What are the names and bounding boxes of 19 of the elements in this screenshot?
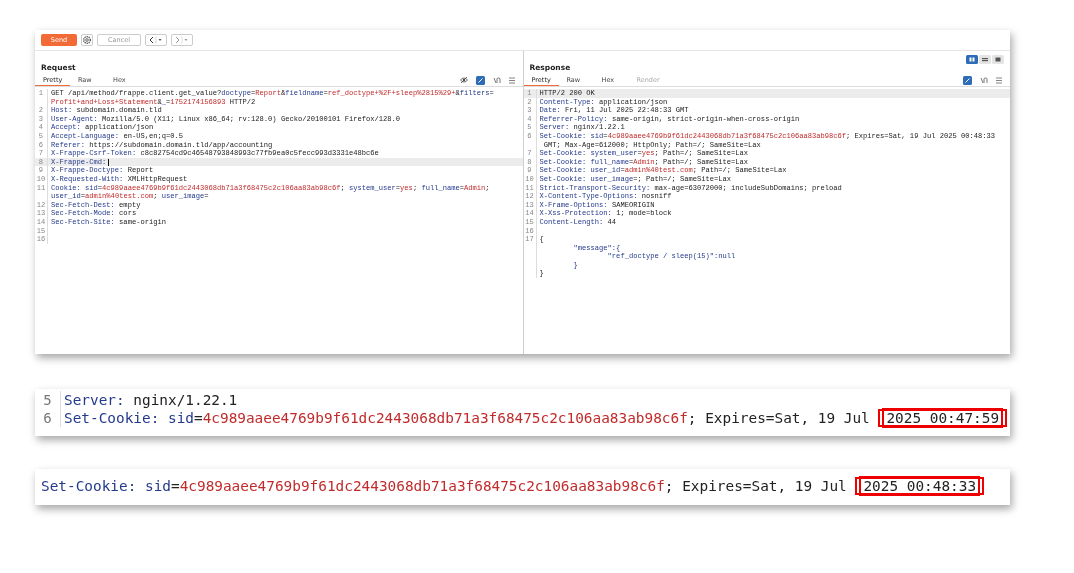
- menu-icon[interactable]: [508, 76, 515, 84]
- line-number: 6: [35, 409, 61, 427]
- code-line: Server: nginx/1.22.1: [64, 391, 238, 409]
- code-line: Set-Cookie: sid=4c989aaee4769b9f61dc2443068db71a3f68475c2c106aa83ab98c6f; Expires=Sat, 19 Jul: [41, 477, 848, 495]
- pretty-print-icon[interactable]: [963, 75, 972, 85]
- columns-layout-icon[interactable]: [966, 55, 978, 64]
- newline-icon[interactable]: [980, 76, 988, 84]
- single-layout-icon[interactable]: [992, 55, 1004, 64]
- highlighted-text: 2025 00:48:33: [855, 477, 985, 495]
- rows-layout-icon[interactable]: [979, 55, 991, 64]
- code-line: Set-Cookie: sid=4c989aaee4769b9f61dc2443068db71a3f68475c2c106aa83ab98c6f; Expires=Sat, 19 Jul: [64, 409, 871, 427]
- pretty-print-icon[interactable]: [475, 75, 485, 85]
- eye-slash-icon[interactable]: [459, 76, 468, 84]
- menu-icon[interactable]: [996, 76, 1002, 84]
- line-number: 5: [35, 391, 61, 409]
- back-button[interactable]: [145, 34, 167, 46]
- newline-icon[interactable]: [492, 76, 501, 84]
- highlighted-text: 2025 00:47:59: [878, 409, 1008, 427]
- settings-icon[interactable]: [81, 34, 93, 46]
